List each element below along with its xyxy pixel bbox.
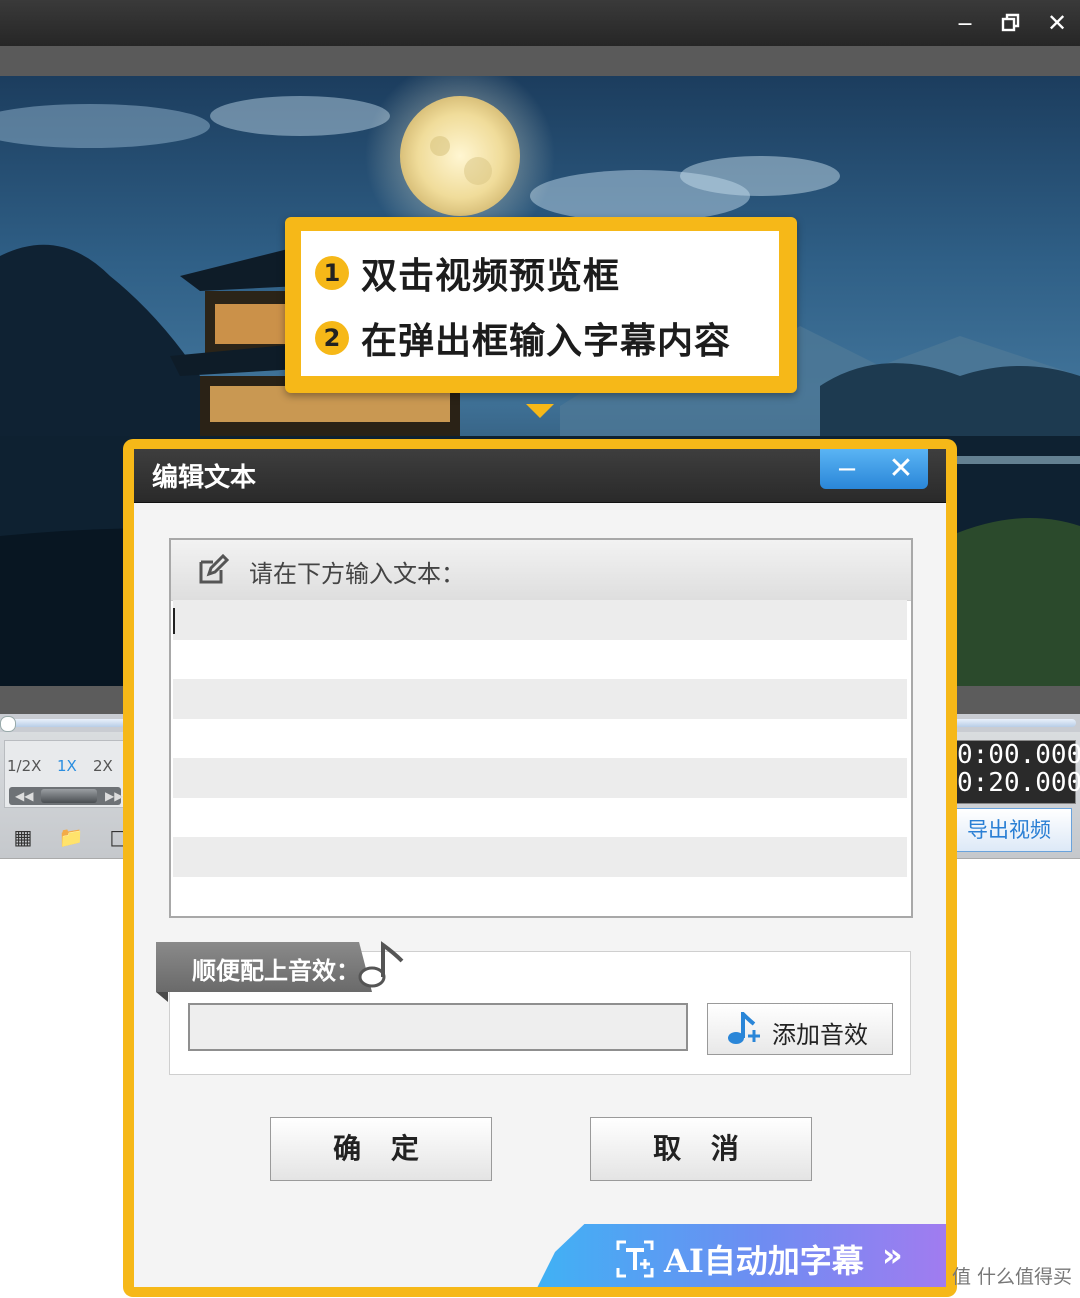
speed-1x[interactable]: 1X [57, 757, 77, 775]
speed-selector: 1/2X 1X 2X ◀◀ ▶▶ [4, 740, 126, 808]
instruction-callout: 1 双击视频预览框 2 在弹出框输入字幕内容 [285, 217, 797, 393]
subtitle-file-icon[interactable]: ▦ [10, 826, 36, 848]
edit-text-dialog: 编辑文本 ‒ ✕ 请在下方输入文本： 顺便配上音效： 添加音效 确 定 取 消 … [134, 449, 946, 1287]
ai-banner-label: AI自动加字幕 [664, 1242, 864, 1280]
total-time: 0:20.000 [957, 768, 1080, 798]
ai-auto-subtitle-button[interactable]: AI自动加字幕 » [534, 1224, 946, 1287]
toolbar-strip [0, 46, 1080, 76]
speed-slider[interactable]: ◀◀ ▶▶ [9, 787, 123, 805]
watermark: 值 什么值得买 [952, 1266, 1073, 1288]
app-titlebar: ‒ ✕ [0, 0, 1080, 46]
add-music-icon [728, 1012, 760, 1044]
cancel-button[interactable]: 取 消 [590, 1117, 812, 1181]
minimize-icon: ‒ [957, 9, 973, 37]
text-input-prompt: 请在下方输入文本： [249, 560, 465, 588]
restore-button[interactable] [994, 6, 1028, 40]
callout-pointer-icon [526, 404, 554, 418]
dialog-title: 编辑文本 [152, 463, 257, 493]
step-text: 在弹出框输入字幕内容 [361, 321, 732, 362]
time-display: 0:00.000 0:20.000 [950, 740, 1080, 804]
callout-body: 1 双击视频预览框 2 在弹出框输入字幕内容 [301, 231, 779, 376]
step-number: 1 [315, 256, 349, 290]
text-input-header: 请在下方输入文本： [171, 540, 911, 601]
progress-knob[interactable] [0, 716, 16, 732]
restore-icon [1001, 13, 1020, 32]
forward-icon[interactable]: ▶▶ [105, 787, 123, 805]
current-time: 0:00.000 [957, 740, 1080, 770]
text-input-panel: 请在下方输入文本： [169, 538, 913, 918]
tag-fold [156, 992, 168, 1002]
add-sound-label: 添加音效 [772, 1021, 868, 1049]
dialog-minimize-icon[interactable]: ‒ [820, 449, 874, 489]
folder-icon[interactable]: 📁 [58, 826, 84, 848]
dialog-controls: ‒ ✕ [820, 449, 928, 489]
step-number: 2 [315, 321, 349, 355]
edit-icon [199, 554, 229, 584]
minimize-button[interactable]: ‒ [948, 6, 982, 40]
text-caret [173, 608, 175, 634]
dialog-close-icon[interactable]: ✕ [874, 449, 928, 489]
dialog-titlebar[interactable]: 编辑文本 ‒ ✕ [134, 449, 946, 503]
callout-step-2: 2 在弹出框输入字幕内容 [315, 313, 731, 363]
callout-step-1: 1 双击视频预览框 [315, 248, 620, 298]
sound-effect-tag: 顺便配上音效： [156, 942, 372, 992]
sound-effect-label: 顺便配上音效： [192, 957, 360, 985]
add-sound-effect-button[interactable]: 添加音效 [707, 1003, 893, 1055]
chevron-right-icon: » [882, 1236, 903, 1274]
sound-effect-input[interactable] [188, 1003, 688, 1051]
speed-slider-thumb[interactable] [41, 789, 97, 803]
music-note-icon [358, 941, 404, 988]
rewind-icon[interactable]: ◀◀ [15, 787, 33, 805]
speed-half[interactable]: 1/2X [7, 757, 41, 775]
ok-button[interactable]: 确 定 [270, 1117, 492, 1181]
speed-2x[interactable]: 2X [93, 757, 113, 775]
close-icon: ✕ [1046, 9, 1068, 37]
close-button[interactable]: ✕ [1040, 6, 1074, 40]
export-video-button[interactable]: 导出视频 [946, 808, 1072, 852]
step-text: 双击视频预览框 [361, 256, 621, 297]
ai-subtitle-icon [616, 1240, 654, 1278]
subtitle-text-area[interactable] [173, 600, 907, 914]
